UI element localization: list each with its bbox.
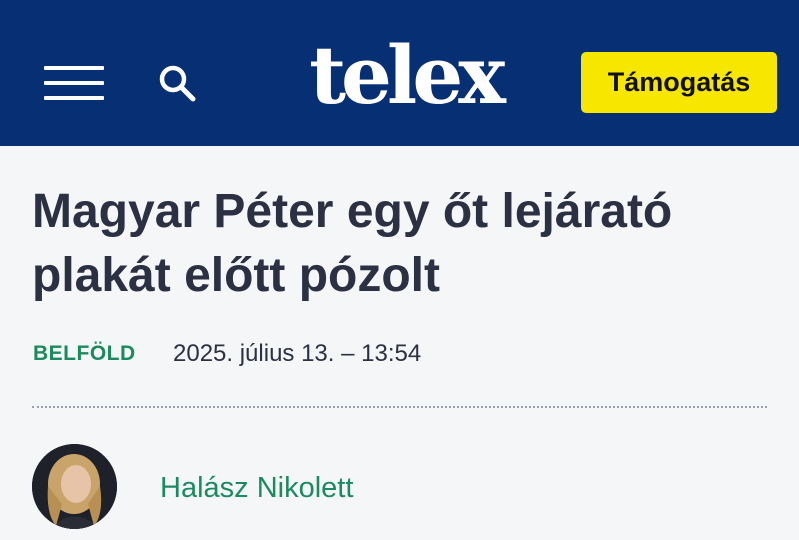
menu-button[interactable] <box>44 66 104 100</box>
site-header: telex Támogatás <box>0 0 799 146</box>
menu-icon-bar-top <box>44 66 104 70</box>
menu-icon-bar-middle <box>44 81 104 85</box>
author-photo <box>32 444 117 529</box>
publish-date: 2025. július 13. – 13:54 <box>173 340 422 367</box>
site-logo[interactable]: telex <box>300 30 510 120</box>
support-button[interactable]: Támogatás <box>581 52 777 113</box>
article-meta: BELFÖLD 2025. július 13. – 13:54 <box>33 338 421 370</box>
author-avatar[interactable] <box>32 444 117 529</box>
category-link[interactable]: BELFÖLD <box>33 342 136 365</box>
article-title: Magyar Péter egy őt lejárató plakát előt… <box>32 185 673 302</box>
search-icon <box>159 65 196 102</box>
search-button[interactable] <box>158 64 198 104</box>
author-name[interactable]: Halász Nikolett <box>160 470 353 506</box>
menu-icon-bar-bottom <box>44 96 104 100</box>
divider <box>32 406 767 408</box>
